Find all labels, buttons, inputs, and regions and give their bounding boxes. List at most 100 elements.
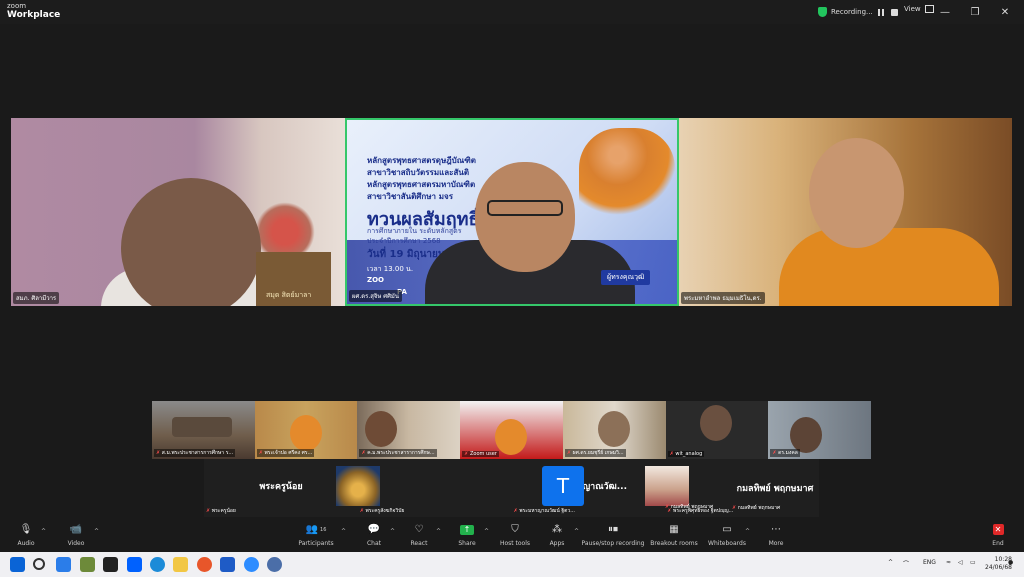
tile-name-text: กมลทิพย์ พฤกษมาศ [670, 504, 714, 510]
tile-name: ✗ พระเจ้าปอ ศรีคง ศร... [256, 449, 315, 457]
network-tray-icon[interactable]: ⌒ [903, 559, 909, 568]
windows-taskbar: ^ ⌒ ENG ≈ ◁ ▭ 10:28 24/06/68 ● [0, 552, 1024, 577]
wifi-icon[interactable]: ≈ [946, 559, 951, 566]
pause-stop-icon: ⏸⏹ [608, 524, 618, 535]
poster-badge: ผู้ทรงคุณวุฒิ [601, 270, 651, 285]
end-icon: ✕ [992, 524, 1004, 535]
tile-name-text: พระมหาญาณวัฒน์ ฐิตว... [519, 508, 575, 514]
muted-mic-icon: ✗ [464, 451, 469, 457]
speaker-face [475, 162, 575, 272]
tile-name-text: ค.ม.พระประชาสาราการศึกษ... [367, 450, 435, 456]
muted-mic-icon: ✗ [732, 505, 737, 511]
name-plaque: สมุด สิตย์มาลา [256, 252, 331, 306]
name-tile[interactable]: ✗ พระครูสังฆกิจวิบัย [357, 459, 512, 517]
search-icon[interactable] [33, 558, 45, 570]
folder-icon[interactable] [173, 557, 188, 572]
share-screen-icon: ↑ [460, 524, 474, 535]
brand-bottom: Workplace [7, 10, 61, 20]
amazon-icon[interactable] [103, 557, 118, 572]
avatar: T [542, 466, 584, 506]
volume-icon[interactable]: ◁ [958, 559, 963, 566]
gallery-tile[interactable]: ✗ wit_analog [665, 401, 769, 459]
minimize-button[interactable]: — [930, 0, 960, 24]
chevron-up-icon[interactable]: ^ [94, 528, 99, 535]
gallery-tile[interactable]: ✗ ผศ.ดร.ยมชุรีย์ เกษมวิ... [562, 401, 666, 459]
participant-face [121, 178, 261, 306]
gallery-tile[interactable]: ✗ พระเจ้าปอ ศรีคง ศร... [254, 401, 358, 459]
tile-display-name: พระมหาญาณวัฒ... [549, 482, 628, 492]
close-button[interactable]: ✕ [990, 0, 1020, 24]
settings-icon[interactable] [267, 557, 282, 572]
word-icon[interactable] [220, 557, 235, 572]
tile-name-text: ส.ม.พระประชาสารการศึกษา ร... [161, 450, 234, 456]
tile-name: ✗ ส.ม.พระประชาสารการศึกษา ร... [154, 449, 236, 457]
plaque-text: สมุด สิตย์มาลา [266, 291, 312, 299]
muted-mic-icon: ✗ [669, 451, 674, 457]
chevron-up-icon[interactable]: ^ [574, 528, 579, 535]
breakout-rooms-button[interactable]: ▦ Breakout rooms [644, 523, 704, 547]
gallery-tile[interactable]: ✗ ส.ม.พระประชาสารการศึกษา ร... [152, 401, 255, 459]
tile-name: ✗ พระมหาญาณวัฒน์ ฐิตว... [514, 507, 575, 515]
chat-label: Chat [366, 540, 382, 547]
participant-name: พระมหาอำพล ธมฺมเมธิโน,ดร. [681, 292, 765, 304]
gallery-tile[interactable]: ✗ ค.ม.พระประชาสาราการศึกษ... [357, 401, 461, 459]
shield-icon [818, 7, 827, 17]
app-icon[interactable] [80, 557, 95, 572]
gallery-tile[interactable]: ✗ Zoom user [460, 401, 563, 459]
participant-head [365, 411, 398, 447]
edge-icon[interactable] [150, 557, 165, 572]
windows-start-icon[interactable] [10, 557, 25, 572]
pause-recording-label: Pause/stop recording [581, 540, 645, 547]
monks-image [579, 128, 675, 218]
participants-label: Participants [298, 540, 334, 547]
meeting-toolbar: 🎙 Audio ^ 📹 Video ^ 👥 16 Participants ^ 💬 Cha… [0, 520, 1024, 552]
battery-icon[interactable]: ▭ [970, 559, 976, 566]
chat-icon: 💬 [367, 524, 381, 535]
tile-name-text: พระเจ้าปอ ศรีคง ศร... [264, 450, 313, 456]
participants-count: 16 [320, 526, 327, 533]
notification-icon[interactable]: ● [1008, 559, 1013, 566]
more-button[interactable]: ⋯ More [746, 523, 806, 547]
firefox-icon[interactable] [197, 557, 212, 572]
window-controls: — ❐ ✕ [930, 0, 1020, 24]
muted-mic-icon: ✗ [513, 508, 518, 514]
breakout-label: Breakout rooms [650, 540, 698, 547]
tile-name: ✗ กมลทิพย์ พฤกษมาศ [732, 504, 822, 512]
zoom-icon[interactable] [244, 557, 259, 572]
stop-recording-icon[interactable] [890, 8, 899, 17]
chevron-up-icon[interactable]: ^ [888, 559, 893, 566]
language-indicator[interactable]: ENG [923, 559, 936, 566]
apps-button[interactable]: ⁂ Apps [527, 523, 587, 547]
participants-icon: 👥 16 [305, 524, 327, 535]
muted-mic-icon: ✗ [156, 450, 161, 456]
pause-recording-icon[interactable] [877, 8, 886, 17]
tile-name: ✗ Zoom user [462, 451, 499, 457]
name-tile[interactable]: พระครูน้อย ✗ พระครูน้อย [204, 459, 358, 517]
tile-display-name: กมลทิพย์ พฤกษมาศ [736, 484, 814, 494]
video-tile-3[interactable]: พระมหาอำพล ธมฺมเมธิโน,ดร. [679, 118, 1012, 306]
zoom-logo: zoom Workplace [7, 2, 60, 20]
participants-button[interactable]: 👥 16 Participants [286, 523, 346, 547]
app-icon[interactable] [56, 557, 71, 572]
end-button[interactable]: ✕ End [968, 523, 1024, 547]
muted-mic-icon: ✗ [206, 508, 211, 514]
apps-label: Apps [549, 540, 565, 547]
muted-mic-icon: ✗ [772, 450, 777, 456]
recording-indicator: Recording... [818, 4, 899, 20]
video-button[interactable]: 📹 Video [46, 523, 106, 547]
participant-name: ผศ.ดร.สุจิษ ศศิมัน [349, 290, 402, 302]
participant-head [289, 415, 322, 451]
muted-mic-icon: ✗ [361, 450, 366, 456]
video-tile-1[interactable]: สมุด สิตย์มาลา สมภ. ศิลามีวาร [11, 118, 345, 306]
shield-icon: ⛉ [511, 524, 519, 535]
breakout-rooms-icon: ▦ [669, 524, 679, 535]
gallery-tile[interactable]: ✗ ดร.มงคล [768, 401, 872, 459]
pause-stop-recording-button[interactable]: ⏸⏹ Pause/stop recording [581, 523, 645, 547]
video-tile-active-speaker[interactable]: หลักสูตรพุทธศาสตรดุษฎีบัณฑิต สาขาวิชาสถิ… [345, 118, 679, 306]
audio-label: Audio [17, 540, 35, 547]
name-tile[interactable]: พระมหาญาณวัฒ... ✗ พระมหาญาณวัฒน์ ฐิตว... [511, 459, 666, 517]
dropbox-icon[interactable] [127, 557, 142, 572]
maximize-button[interactable]: ❐ [960, 0, 990, 24]
tile-name-text: Zoom user [469, 451, 497, 457]
video-stage: สมุด สิตย์มาลา สมภ. ศิลามีวาร หลักสูตรพุ… [0, 24, 1024, 520]
